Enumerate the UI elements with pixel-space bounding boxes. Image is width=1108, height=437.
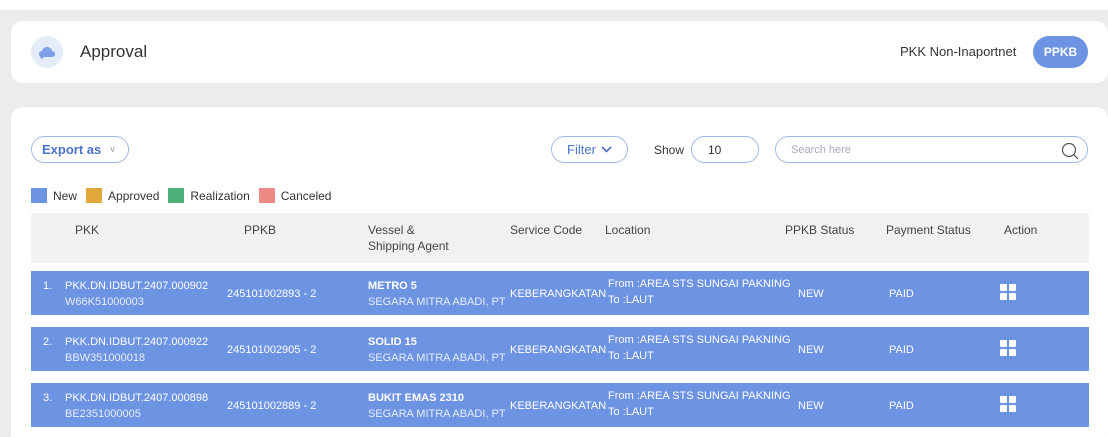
pkk-cell: PKK.DN.IDBUT.2407.000898 BE2351000005 — [65, 390, 208, 422]
main-card: Export as ∨ Filter Show 10 Search here N… — [11, 107, 1108, 437]
grid-menu-icon[interactable] — [1000, 396, 1016, 412]
pkk-sub: W66K51000003 — [65, 296, 144, 308]
grid-menu-icon[interactable] — [1000, 340, 1016, 356]
legend-label: New — [53, 188, 78, 203]
table-header: PKK PPKB Vessel & Shipping Agent Service… — [31, 213, 1089, 263]
legend-label: Approved — [108, 188, 160, 203]
vessel-cell: SOLID 15 SEGARA MITRA ABADI, PT — [368, 334, 506, 366]
table-row[interactable]: 2. PKK.DN.IDBUT.2407.000922 BBW351000018… — [31, 327, 1089, 371]
service-code: KEBERANGKATAN — [510, 288, 607, 300]
column-header-service-code: Service Code — [510, 223, 583, 237]
search-input[interactable]: Search here — [775, 136, 1088, 163]
ppkb-status-badge: NEW — [798, 400, 824, 412]
legend-item-approved: Approved — [86, 188, 159, 203]
ppkb-status-badge: NEW — [798, 344, 824, 356]
filter-button[interactable]: Filter — [551, 136, 628, 163]
column-header-action: Action — [1004, 223, 1038, 237]
location-to: To :LAUT — [608, 350, 654, 362]
legend-swatch — [31, 188, 47, 203]
pkk-sub: BBW351000018 — [65, 352, 146, 364]
column-header-ppkb-status: PPKB Status — [785, 223, 855, 237]
legend-item-new: New — [31, 188, 77, 203]
column-header-ppkb: PPKB — [244, 223, 277, 237]
header-card: Approval PKK Non-Inaportnet PPKB — [11, 21, 1108, 83]
shipping-agent: SEGARA MITRA ABADI, PT — [368, 352, 506, 364]
shipping-agent: SEGARA MITRA ABADI, PT — [368, 408, 506, 420]
column-header-vessel: Vessel & Shipping Agent — [368, 222, 449, 254]
pkk-number: PKK.DN.IDBUT.2407.000898 — [65, 392, 209, 404]
location-to: To :LAUT — [608, 406, 654, 418]
column-header-payment-status: Payment Status — [886, 223, 971, 237]
location-cell: From :AREA STS SUNGAI PAKNING To :LAUT — [608, 332, 791, 364]
pkk-cell: PKK.DN.IDBUT.2407.000902 W66K51000003 — [65, 278, 208, 310]
table-row[interactable]: 1. PKK.DN.IDBUT.2407.000902 W66K51000003… — [31, 271, 1089, 315]
legend-item-realization: Realization — [168, 188, 250, 203]
top-band — [0, 0, 1108, 10]
row-number: 2. — [43, 336, 53, 348]
ppkb-number: 245101002905 - 2 — [227, 344, 317, 356]
payment-status-badge: PAID — [889, 288, 914, 300]
shipping-agent: SEGARA MITRA ABADI, PT — [368, 296, 506, 308]
vessel-cell: METRO 5 SEGARA MITRA ABADI, PT — [368, 278, 506, 310]
column-header-vessel-line2: Shipping Agent — [368, 239, 449, 253]
search-icon[interactable] — [1061, 142, 1079, 160]
chevron-down-icon: ∨ — [109, 144, 116, 154]
show-count-input[interactable]: 10 — [691, 136, 759, 163]
chevron-down-icon — [601, 146, 612, 153]
legend-label: Realization — [190, 188, 250, 203]
service-code: KEBERANGKATAN — [510, 400, 607, 412]
pkk-non-inaportnet-link[interactable]: PKK Non-Inaportnet — [900, 44, 1016, 59]
location-cell: From :AREA STS SUNGAI PAKNING To :LAUT — [608, 276, 791, 308]
payment-status-badge: PAID — [889, 400, 914, 412]
service-code: KEBERANGKATAN — [510, 344, 607, 356]
pkk-cell: PKK.DN.IDBUT.2407.000922 BBW351000018 — [65, 334, 208, 366]
ppkb-number: 245101002889 - 2 — [227, 400, 317, 412]
legend-swatch — [168, 188, 185, 203]
ppkb-number: 245101002893 - 2 — [227, 288, 317, 300]
location-from: From :AREA STS SUNGAI PAKNING — [608, 390, 791, 402]
page-title: Approval — [80, 42, 148, 61]
export-as-button[interactable]: Export as ∨ — [31, 136, 129, 163]
column-header-pkk: PKK — [75, 223, 100, 237]
vessel-cell: BUKIT EMAS 2310 SEGARA MITRA ABADI, PT — [368, 390, 506, 422]
status-legend: New Approved Realization Canceled — [31, 188, 340, 203]
pkk-sub: BE2351000005 — [65, 408, 141, 420]
vessel-name: BUKIT EMAS 2310 — [368, 392, 464, 404]
pkk-number: PKK.DN.IDBUT.2407.000922 — [65, 336, 209, 348]
column-header-vessel-line1: Vessel & — [368, 223, 415, 237]
legend-item-canceled: Canceled — [258, 188, 332, 203]
location-from: From :AREA STS SUNGAI PAKNING — [608, 334, 791, 346]
pkk-number: PKK.DN.IDBUT.2407.000902 — [65, 280, 209, 292]
vessel-name: METRO 5 — [368, 280, 417, 292]
row-number: 1. — [43, 280, 53, 292]
legend-swatch — [86, 188, 103, 203]
vessel-name: SOLID 15 — [368, 336, 417, 348]
search-placeholder: Search here — [791, 143, 851, 156]
table-row[interactable]: 3. PKK.DN.IDBUT.2407.000898 BE2351000005… — [31, 383, 1089, 427]
location-cell: From :AREA STS SUNGAI PAKNING To :LAUT — [608, 388, 791, 420]
ppkb-button[interactable]: PPKB — [1033, 36, 1088, 68]
location-to: To :LAUT — [608, 294, 654, 306]
cloud-icon — [31, 36, 63, 68]
grid-menu-icon[interactable] — [1000, 284, 1016, 300]
filter-label: Filter — [567, 142, 596, 157]
legend-label: Canceled — [280, 188, 332, 203]
export-as-label: Export as — [42, 142, 102, 157]
payment-status-badge: PAID — [889, 344, 914, 356]
ppkb-status-badge: NEW — [798, 288, 824, 300]
column-header-location: Location — [605, 223, 651, 237]
location-from: From :AREA STS SUNGAI PAKNING — [608, 278, 791, 290]
show-label: Show — [654, 143, 685, 157]
legend-swatch — [258, 188, 275, 203]
row-number: 3. — [43, 392, 53, 404]
